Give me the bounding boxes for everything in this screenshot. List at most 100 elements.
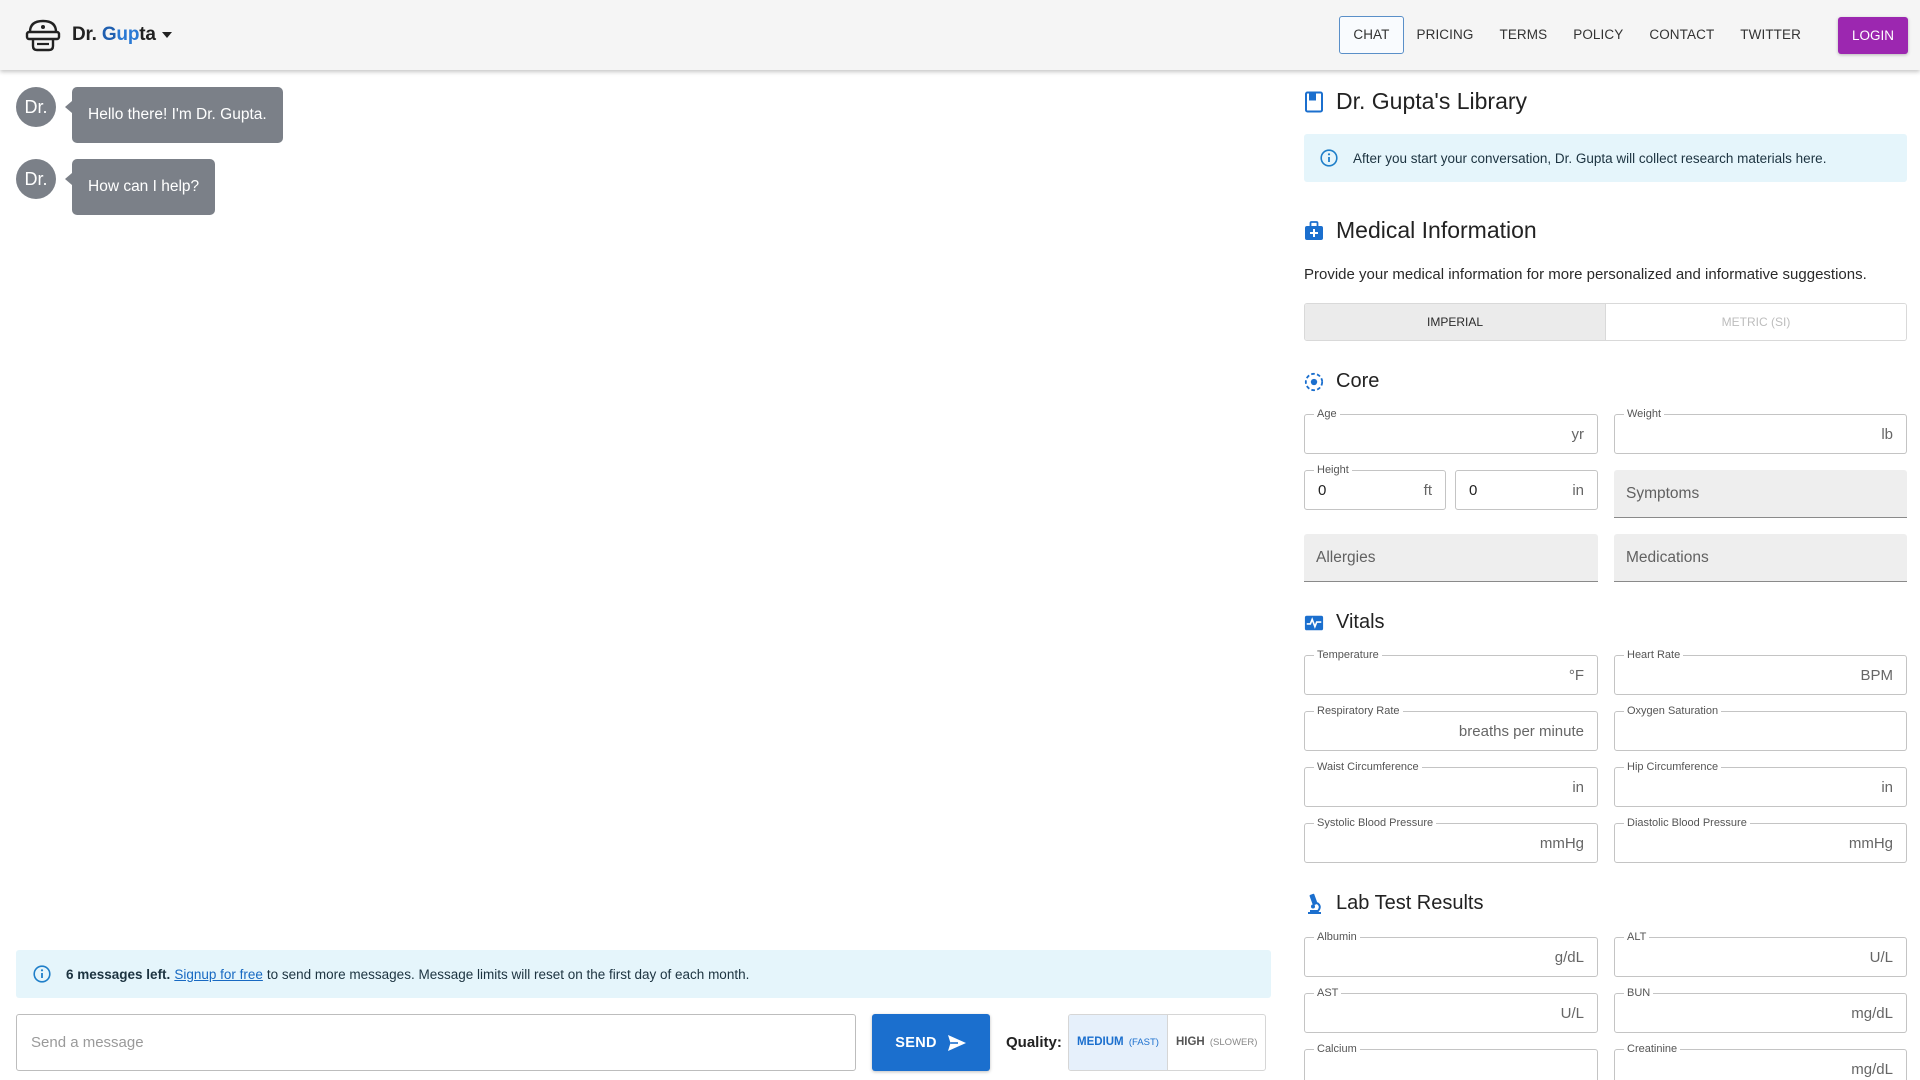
book-icon — [1305, 91, 1323, 112]
height-feet-unit: ft — [1423, 482, 1432, 499]
symptoms-field[interactable]: Symptoms — [1614, 470, 1907, 518]
systolic-bp-field[interactable]: Systolic Blood Pressure mmHg — [1304, 816, 1598, 863]
albumin-unit: g/dL — [1554, 949, 1584, 966]
message-input[interactable] — [16, 1014, 856, 1071]
quality-medium-option[interactable]: MEDIUM (FAST) — [1069, 1015, 1168, 1070]
brand-menu[interactable]: Dr. Gupta — [24, 17, 172, 53]
main-nav: CHAT PRICING TERMS POLICY CONTACT TWITTE… — [1339, 16, 1908, 54]
nav-terms[interactable]: TERMS — [1486, 16, 1560, 54]
brand-logo-icon — [25, 19, 61, 52]
send-icon — [947, 1034, 966, 1051]
alt-field[interactable]: ALT U/L — [1614, 930, 1907, 977]
alt-label: ALT — [1624, 930, 1650, 944]
waist-circumference-unit: in — [1572, 779, 1584, 796]
height-inches-unit: in — [1572, 482, 1584, 499]
creatinine-unit: mg/dL — [1851, 1061, 1893, 1078]
signup-link[interactable]: Signup for free — [174, 967, 263, 982]
core-header: Core — [1304, 370, 1379, 393]
waist-circumference-label: Waist Circumference — [1314, 760, 1422, 774]
library-header: Dr. Gupta's Library — [1304, 88, 1527, 115]
hip-circumference-unit: in — [1881, 779, 1893, 796]
nav-pricing[interactable]: PRICING — [1404, 16, 1487, 54]
heart-rate-unit: BPM — [1860, 667, 1893, 684]
quality-toggle: MEDIUM (FAST) HIGH (SLOWER) — [1068, 1014, 1267, 1071]
unit-imperial-option[interactable]: IMPERIAL — [1305, 304, 1606, 340]
calcium-label: Calcium — [1314, 1042, 1360, 1056]
alt-unit: U/L — [1869, 949, 1893, 966]
systolic-bp-label: Systolic Blood Pressure — [1314, 816, 1437, 830]
info-icon — [1320, 149, 1338, 167]
albumin-label: Albumin — [1314, 930, 1360, 944]
message-bubble: How can I help? — [64, 159, 216, 215]
nav-policy[interactable]: POLICY — [1560, 16, 1636, 54]
login-button[interactable]: LOGIN — [1837, 16, 1908, 54]
respiratory-rate-label: Respiratory Rate — [1314, 704, 1403, 718]
medical-info-title: Medical Information — [1336, 217, 1537, 243]
vitals-title: Vitals — [1336, 611, 1385, 633]
caret-down-icon — [161, 32, 172, 38]
diastolic-bp-unit: mmHg — [1848, 835, 1893, 852]
weight-unit: lb — [1881, 426, 1893, 443]
allergies-field[interactable]: Allergies — [1304, 534, 1598, 582]
bun-field[interactable]: BUN mg/dL — [1614, 986, 1907, 1033]
medications-field[interactable]: Medications — [1614, 534, 1907, 582]
brand-name: Dr. Gupta — [72, 24, 156, 45]
top-navigation-bar: Dr. Gupta CHAT PRICING TERMS POLICY CONT… — [0, 0, 1920, 70]
avatar: Dr. — [16, 87, 56, 127]
vitals-header: Vitals — [1304, 611, 1385, 634]
core-target-icon — [1304, 372, 1324, 391]
respiratory-rate-field[interactable]: Respiratory Rate breaths per minute — [1304, 704, 1598, 751]
medical-info-description: Provide your medical information for mor… — [1304, 266, 1867, 283]
oxygen-saturation-label: Oxygen Saturation — [1624, 704, 1722, 718]
bun-unit: mg/dL — [1851, 1005, 1893, 1022]
albumin-field[interactable]: Albumin g/dL — [1304, 930, 1598, 977]
heart-rate-field[interactable]: Heart Rate BPM — [1614, 648, 1907, 695]
creatinine-field[interactable]: Creatinine mg/dL — [1614, 1042, 1907, 1080]
banner-text: to send more messages. Message limits wi… — [266, 966, 750, 982]
nav-twitter[interactable]: TWITTER — [1727, 16, 1814, 54]
bun-label: BUN — [1624, 986, 1654, 1000]
waist-circumference-field[interactable]: Waist Circumference in — [1304, 760, 1598, 807]
heart-rate-label: Heart Rate — [1624, 648, 1684, 662]
info-icon — [33, 965, 51, 983]
medical-kit-icon — [1305, 220, 1323, 240]
temperature-unit: °F — [1568, 667, 1584, 684]
hip-circumference-field[interactable]: Hip Circumference in — [1614, 760, 1907, 807]
lab-results-header: Lab Test Results — [1304, 892, 1484, 915]
ast-unit: U/L — [1560, 1005, 1584, 1022]
age-field[interactable]: Age yr — [1304, 407, 1598, 454]
quality-label: Quality: — [1006, 1034, 1062, 1051]
oxygen-saturation-field[interactable]: Oxygen Saturation — [1614, 704, 1907, 751]
library-info-banner: After you start your conversation, Dr. G… — [1304, 134, 1907, 182]
vitals-pulse-icon — [1304, 615, 1324, 630]
medical-info-header: Medical Information — [1304, 217, 1537, 244]
height-inches-value: 0 — [1469, 482, 1478, 499]
nav-chat[interactable]: CHAT — [1339, 16, 1404, 54]
library-info-text: After you start your conversation, Dr. G… — [1353, 150, 1827, 166]
unit-metric-option[interactable]: METRIC (SI) — [1606, 304, 1906, 340]
systolic-bp-unit: mmHg — [1539, 835, 1584, 852]
messages-left-count: 6 messages left. — [66, 966, 171, 982]
diastolic-bp-field[interactable]: Diastolic Blood Pressure mmHg — [1614, 816, 1907, 863]
quality-high-option[interactable]: HIGH (SLOWER) — [1168, 1015, 1265, 1070]
ast-field[interactable]: AST U/L — [1304, 986, 1598, 1033]
lab-results-title: Lab Test Results — [1336, 892, 1484, 914]
unit-system-toggle: IMPERIAL METRIC (SI) — [1304, 303, 1907, 341]
calcium-field[interactable]: Calcium — [1304, 1042, 1598, 1080]
height-feet-value: 0 — [1318, 482, 1327, 499]
right-panel: Dr. Gupta's Library After you start your… — [1304, 70, 1908, 1080]
medications-placeholder: Medications — [1626, 549, 1709, 566]
temperature-field[interactable]: Temperature °F — [1304, 648, 1598, 695]
symptoms-placeholder: Symptoms — [1626, 485, 1700, 502]
nav-contact[interactable]: CONTACT — [1636, 16, 1727, 54]
weight-field[interactable]: Weight lb — [1614, 407, 1907, 454]
ast-label: AST — [1314, 986, 1342, 1000]
library-title: Dr. Gupta's Library — [1336, 88, 1528, 114]
hip-circumference-label: Hip Circumference — [1624, 760, 1722, 774]
microscope-icon — [1308, 893, 1321, 914]
send-button[interactable]: SEND — [872, 1014, 990, 1071]
height-feet-field[interactable]: Height 0 ft — [1304, 463, 1446, 510]
height-inches-field[interactable]: 0 in — [1455, 470, 1598, 510]
message-limit-banner: 6 messages left. Signup for free to send… — [16, 950, 1271, 998]
age-unit: yr — [1571, 426, 1585, 443]
